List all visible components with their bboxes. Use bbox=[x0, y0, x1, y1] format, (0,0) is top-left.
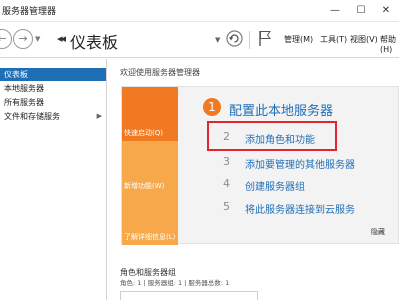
step-number: 5 bbox=[223, 200, 230, 213]
maximize-button[interactable]: ☐ bbox=[348, 0, 374, 22]
roles-stats: 角色: 1 | 服务器组: 1 | 服务器总数: 1 bbox=[120, 279, 230, 287]
menu-view[interactable]: 视图(V) bbox=[350, 34, 378, 45]
welcome-heading: 欢迎使用服务器管理器 bbox=[120, 68, 200, 77]
tile-label: 了解详细信息(L) bbox=[124, 233, 176, 241]
toolbar-separator bbox=[249, 31, 250, 49]
main-content: 欢迎使用服务器管理器 快速启动(Q) 新增功能(W) 了解详细信息(L) 1 配… bbox=[108, 59, 399, 300]
create-group-link[interactable]: 创建服务器组 bbox=[245, 178, 305, 193]
step-number-badge: 1 bbox=[203, 98, 221, 116]
add-roles-link[interactable]: 添加角色和功能 bbox=[245, 131, 315, 146]
step-number: 4 bbox=[223, 177, 230, 190]
sidebar-item-label: 本地服务器 bbox=[4, 84, 44, 93]
step-number: 3 bbox=[223, 155, 230, 168]
refresh-icon[interactable] bbox=[226, 30, 243, 47]
connect-cloud-link[interactable]: 将此服务器连接到云服务 bbox=[245, 201, 355, 216]
history-dropdown-icon[interactable]: ▼ bbox=[35, 35, 40, 43]
back-arrow-icon: ← bbox=[0, 32, 7, 45]
tile-learn-more[interactable]: 了解详细信息(L) bbox=[122, 194, 178, 245]
menu-manage[interactable]: 管理(M) bbox=[284, 34, 313, 45]
tile-quick-start[interactable]: 快速启动(Q) bbox=[122, 87, 178, 141]
forward-arrow-icon: → bbox=[18, 32, 28, 45]
sidebar-item-all-servers[interactable]: 所有服务器 bbox=[0, 96, 106, 109]
notifications-flag-icon[interactable] bbox=[258, 30, 272, 47]
tile-label: 快速启动(Q) bbox=[124, 129, 163, 137]
configure-server-link[interactable]: 配置此本地服务器 bbox=[229, 100, 333, 119]
forward-button[interactable]: → bbox=[13, 29, 33, 49]
sidebar: 仪表板 本地服务器 所有服务器 文件和存储服务 ▶ bbox=[0, 59, 107, 300]
window-title: 服务器管理器 bbox=[2, 7, 57, 17]
sidebar-item-local-server[interactable]: 本地服务器 bbox=[0, 82, 106, 95]
page-title: 仪表板 bbox=[70, 33, 119, 52]
add-servers-link[interactable]: 添加要管理的其他服务器 bbox=[245, 156, 355, 171]
sidebar-item-label: 仪表板 bbox=[4, 70, 28, 79]
sidebar-item-file-storage[interactable]: 文件和存储服务 ▶ bbox=[0, 110, 106, 123]
menu-help[interactable]: 帮助(H) bbox=[380, 34, 399, 54]
toolbar: ← → ▼ ◂◂ 仪表板 ▼ 管理(M) 工具(T) 视图(V) 帮助(H) bbox=[0, 22, 399, 58]
breadcrumb-arrows-icon: ◂◂ bbox=[57, 32, 66, 45]
close-button[interactable]: ✕ bbox=[373, 0, 399, 22]
minimize-button[interactable]: — bbox=[322, 0, 348, 22]
menu-tools[interactable]: 工具(T) bbox=[320, 34, 347, 45]
sidebar-item-label: 文件和存储服务 bbox=[4, 112, 60, 121]
hide-welcome-link[interactable]: 隐藏 bbox=[371, 227, 385, 237]
step-number: 2 bbox=[223, 130, 230, 143]
sidebar-item-dashboard[interactable]: 仪表板 bbox=[0, 68, 106, 81]
roles-tile[interactable] bbox=[120, 291, 258, 300]
tile-new-features[interactable]: 新增功能(W) bbox=[122, 141, 178, 194]
welcome-panel: 快速启动(Q) 新增功能(W) 了解详细信息(L) 1 配置此本地服务器 2 添… bbox=[121, 86, 399, 245]
back-button[interactable]: ← bbox=[0, 29, 12, 49]
tile-label: 新增功能(W) bbox=[124, 182, 165, 190]
sidebar-item-label: 所有服务器 bbox=[4, 98, 44, 107]
title-bar: 服务器管理器 — ☐ ✕ bbox=[0, 0, 399, 22]
chevron-right-icon[interactable]: ▶ bbox=[97, 110, 102, 123]
breadcrumb-dropdown-icon[interactable]: ▼ bbox=[215, 36, 220, 44]
